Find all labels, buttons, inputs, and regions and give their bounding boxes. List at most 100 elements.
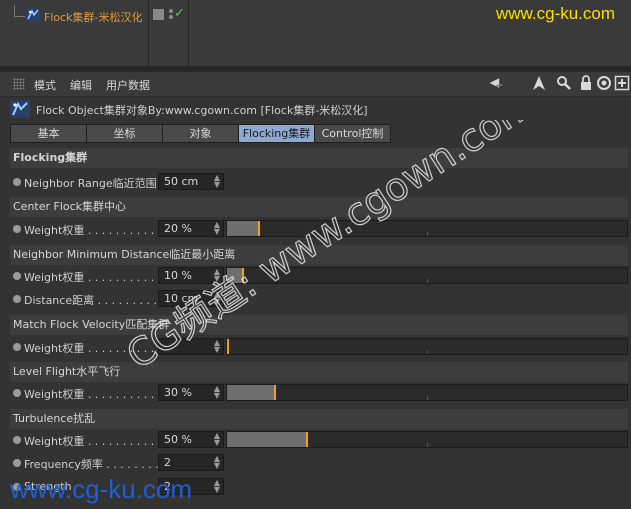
animate-bullet-icon[interactable] [13, 295, 21, 303]
frequency-input[interactable]: 2 ▲ ▼ [158, 454, 224, 471]
group-level-flight: Level Flight水平飞行 [10, 362, 628, 382]
turbulence-weight-slider[interactable] [226, 431, 628, 448]
slider-tick [427, 350, 428, 354]
tab-flocking[interactable]: Flocking集群 [238, 124, 315, 143]
group-neighbor-min: Neighbor Minimum Distance临近最小距离 [10, 245, 628, 265]
layer-tag-icon[interactable] [153, 9, 164, 20]
visibility-dots-icon[interactable] [169, 9, 173, 21]
param-label: Weight权重 . . . . . . . . . . . [24, 388, 162, 401]
animate-bullet-icon[interactable] [13, 459, 21, 467]
flock-object-icon[interactable] [26, 8, 40, 22]
animate-bullet-icon[interactable] [13, 436, 21, 444]
menu-mode[interactable]: 模式 [34, 77, 56, 93]
neighbor-distance-input[interactable]: 10 cm ▲ ▼ [158, 290, 224, 307]
cursor-icon[interactable] [531, 75, 547, 91]
slider-knob[interactable] [306, 432, 308, 447]
spinner-arrows-icon[interactable]: ▲ ▼ [213, 339, 221, 354]
param-label: Weight权重 . . . . . . . . . . . [24, 271, 162, 284]
column-separator [188, 0, 189, 66]
search-icon[interactable] [556, 75, 572, 91]
animate-bullet-icon[interactable] [13, 225, 21, 233]
field-value: 2 [164, 456, 171, 469]
animate-bullet-icon[interactable] [13, 272, 21, 280]
group-turbulence: Turbulence扰乱 [10, 409, 628, 429]
slider-knob[interactable] [274, 385, 276, 400]
field-value: 50 % [164, 433, 192, 446]
slider-fill [227, 385, 275, 400]
target-icon[interactable] [596, 75, 612, 91]
turbulence-weight-input[interactable]: 50 % ▲ ▼ [158, 431, 224, 448]
object-name[interactable]: Flock集群-米松汉化 [44, 9, 143, 25]
level-weight-input[interactable]: 30 % ▲ ▼ [158, 384, 224, 401]
param-label: Frequency频率 . . . . . . . . [24, 458, 159, 471]
spinner-arrows-icon[interactable]: ▲ ▼ [213, 385, 221, 400]
attribute-tabs: 基本 坐标 对象 Flocking集群 Control控制 [10, 124, 391, 143]
panel-grip-icon[interactable] [13, 78, 25, 90]
tab-coord[interactable]: 坐标 [86, 124, 163, 143]
object-title: Flock Object集群对象By:www.cgown.com [Flock集… [36, 104, 368, 117]
spinner-arrows-icon[interactable]: ▲ ▼ [213, 291, 221, 306]
param-label: Distance距离 . . . . . . . . . . [24, 294, 165, 307]
spinner-arrows-icon[interactable]: ▲ ▼ [213, 479, 221, 494]
param-label: Weight权重 . . . . . . . . . . . [24, 224, 162, 237]
param-match-weight: Weight权重 . . . . . . . . . . . ▲ ▼ [10, 336, 628, 358]
slider-knob[interactable] [258, 221, 260, 236]
param-turbulence-weight: Weight权重 . . . . . . . . . . . 50 % ▲ ▼ [10, 429, 628, 451]
object-manager: Flock集群-米松汉化 ✓ www.cg-ku.com [0, 0, 631, 66]
field-value: 10 cm [164, 292, 199, 305]
spinner-arrows-icon[interactable]: ▲ ▼ [213, 174, 221, 189]
animate-bullet-icon[interactable] [13, 343, 21, 351]
slider-tick [427, 443, 428, 447]
field-value: 10 % [164, 269, 192, 282]
center-weight-input[interactable]: 20 % ▲ ▼ [158, 220, 224, 237]
slider-tick [427, 232, 428, 236]
slider-tick [427, 279, 428, 283]
param-label: Weight权重 . . . . . . . . . . . [24, 342, 162, 355]
bottom-watermark: www.cg-ku.com [10, 474, 193, 504]
center-weight-slider[interactable] [226, 220, 628, 237]
site-watermark: www.cg-ku.com [496, 4, 616, 23]
tab-control[interactable]: Control控制 [314, 124, 391, 143]
animate-bullet-icon[interactable] [13, 389, 21, 397]
spinner-arrows-icon[interactable]: ▲ ▼ [213, 268, 221, 283]
attribute-menubar: 模式 编辑 用户数据 [0, 72, 631, 97]
slider-fill [227, 221, 259, 236]
field-value: 50 cm [164, 175, 199, 188]
slider-knob[interactable] [242, 268, 244, 283]
group-match-velocity: Match Flock Velocity匹配集群 [10, 315, 628, 335]
column-separator [148, 0, 149, 66]
param-center-weight: Weight权重 . . . . . . . . . . . 20 % ▲ ▼ [10, 218, 628, 240]
slider-fill [227, 268, 243, 283]
tab-basic[interactable]: 基本 [10, 124, 87, 143]
param-neighbor-weight: Weight权重 . . . . . . . . . . . 10 % ▲ ▼ [10, 265, 628, 287]
neighbor-weight-slider[interactable] [226, 267, 628, 284]
match-weight-slider[interactable] [226, 338, 628, 355]
neighbor-range-input[interactable]: 50 cm ▲ ▼ [158, 173, 224, 190]
menu-user-data[interactable]: 用户数据 [106, 77, 150, 93]
lock-icon[interactable] [578, 75, 594, 91]
arrow-left-icon[interactable] [488, 75, 504, 91]
field-value: 20 % [164, 222, 192, 235]
param-frequency: Frequency频率 . . . . . . . . 2 ▲ ▼ [10, 452, 628, 474]
level-weight-slider[interactable] [226, 384, 628, 401]
flock-object-icon [10, 100, 30, 118]
menu-edit[interactable]: 编辑 [70, 77, 92, 93]
group-center-flock: Center Flock集群中心 [10, 197, 628, 217]
param-label: Weight权重 . . . . . . . . . . . [24, 435, 162, 448]
object-title-row: Flock Object集群对象By:www.cgown.com [Flock集… [0, 98, 631, 120]
param-neighbor-distance: Distance距离 . . . . . . . . . . 10 cm ▲ ▼ [10, 288, 628, 310]
spinner-arrows-icon[interactable]: ▲ ▼ [213, 455, 221, 470]
animate-bullet-icon[interactable] [13, 178, 21, 186]
group-flocking: Flocking集群 [10, 148, 628, 168]
match-weight-input[interactable]: ▲ ▼ [158, 338, 224, 355]
slider-fill [227, 432, 307, 447]
enabled-check-icon[interactable]: ✓ [174, 6, 185, 21]
spinner-arrows-icon[interactable]: ▲ ▼ [213, 432, 221, 447]
spinner-arrows-icon[interactable]: ▲ ▼ [213, 221, 221, 236]
tab-object[interactable]: 对象 [162, 124, 239, 143]
neighbor-weight-input[interactable]: 10 % ▲ ▼ [158, 267, 224, 284]
param-level-weight: Weight权重 . . . . . . . . . . . 30 % ▲ ▼ [10, 382, 628, 404]
slider-knob[interactable] [227, 339, 229, 354]
slider-tick [427, 396, 428, 400]
new-panel-icon[interactable] [614, 75, 630, 91]
